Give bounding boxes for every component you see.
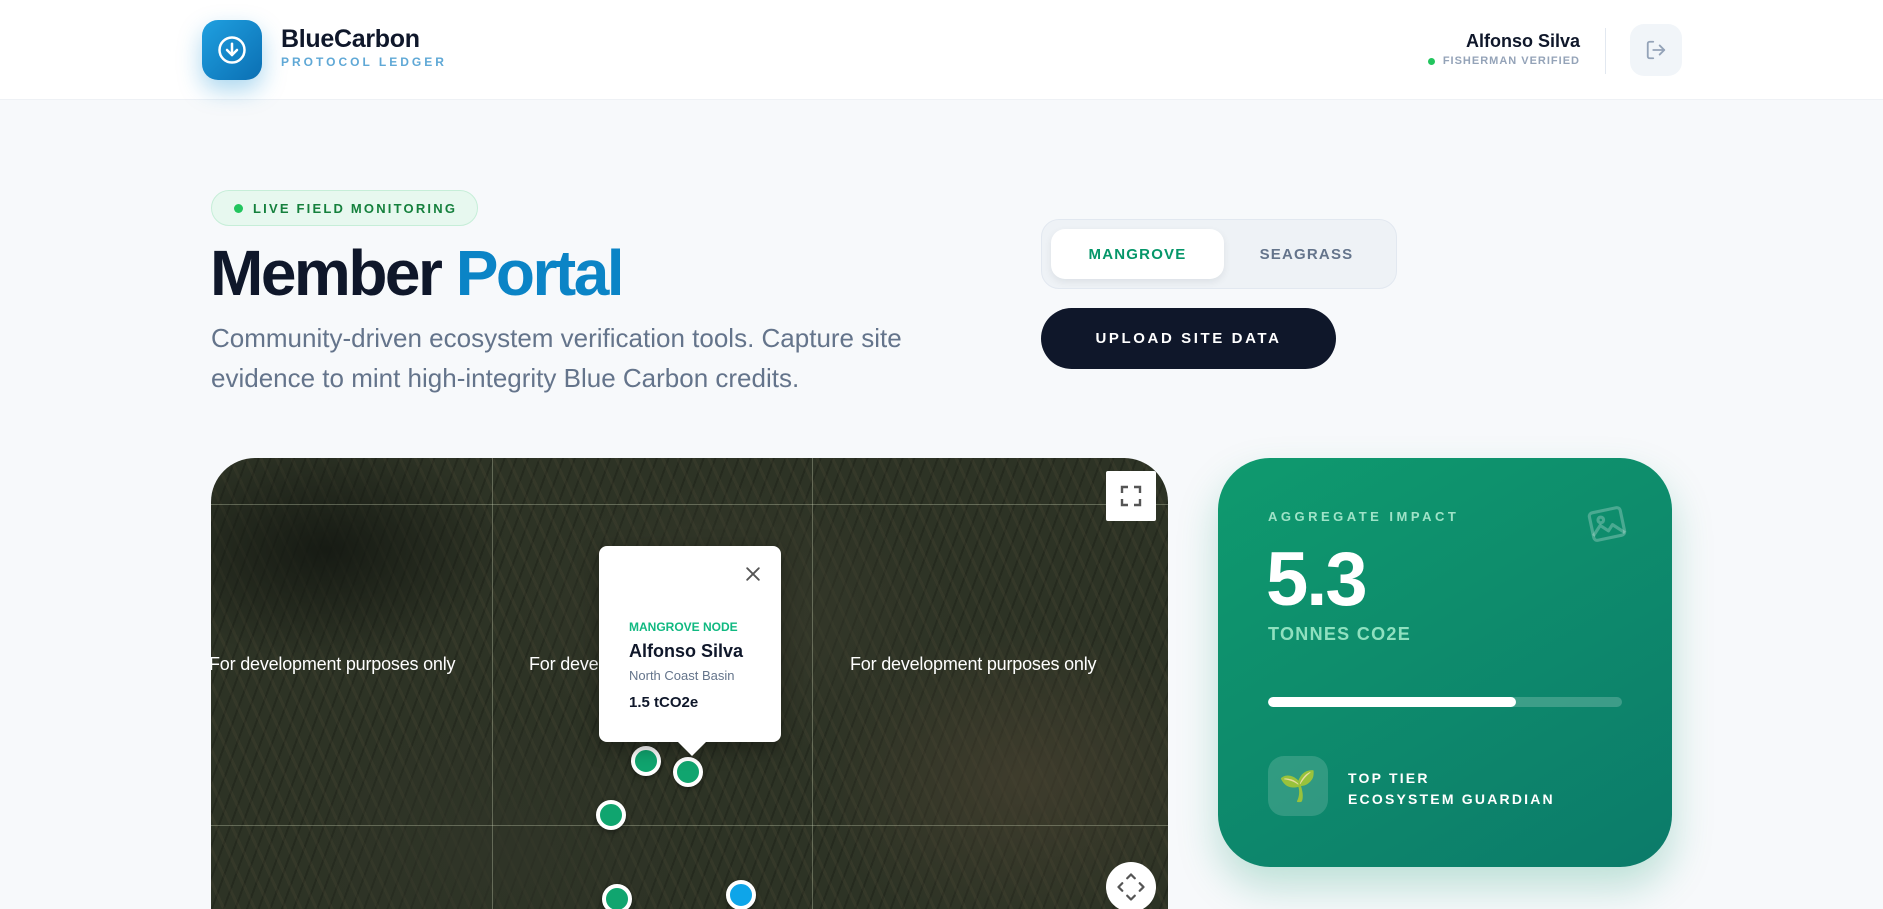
aggregate-impact-card: AGGREGATE IMPACT 5.3 TONNES CO2E 🌱 TOP T… [1218,458,1672,867]
map-grid-line [492,458,493,909]
map-marker-user[interactable] [726,880,756,909]
tier-title: ECOSYSTEM GUARDIAN [1348,791,1555,807]
brand-name: BlueCarbon [281,25,420,53]
user-name: Alfonso Silva [1465,31,1580,51]
close-icon [746,567,760,581]
page-title-main: Member [210,237,443,309]
page-description: Community-driven ecosystem verification … [211,323,902,393]
map-marker[interactable] [602,884,632,909]
brand-logo[interactable] [202,20,262,80]
top-bar: BlueCarbon PROTOCOL LEDGER Alfonso Silva… [0,0,1883,100]
tier-label: TOP TIER [1348,770,1430,786]
map-marker[interactable] [631,746,661,776]
download-circle-icon [218,36,246,64]
fullscreen-icon [1120,485,1142,507]
map-grid-line [812,458,813,909]
popup-kicker: MANGROVE NODE [629,620,738,634]
toggle-mangrove[interactable]: MANGROVE [1051,229,1224,279]
impact-progress-bar [1268,697,1622,707]
map-marker[interactable] [596,800,626,830]
map-marker-selected[interactable] [673,757,703,787]
map-popup: MANGROVE NODE Alfonso Silva North Coast … [599,546,781,756]
brand-subtitle: PROTOCOL LEDGER [281,55,447,69]
map-watermark: For development purposes only [211,654,456,674]
satellite-map[interactable]: For development purposes only For develo… [211,458,1168,909]
impact-value: 5.3 [1266,537,1368,622]
map-grid-line [211,825,1168,826]
page-title: Member Portal [210,236,625,310]
map-watermark: For development purposes only [850,654,1097,674]
live-dot-icon [234,203,243,213]
popup-location: North Coast Basin [629,668,735,683]
seedling-icon: 🌱 [1268,756,1328,816]
logout-button[interactable] [1630,24,1682,76]
live-monitoring-badge: LIVE FIELD MONITORING [211,190,479,226]
live-badge-label: LIVE FIELD MONITORING [253,200,458,216]
header-divider [1605,28,1606,74]
user-status-label: FISHERMAN VERIFIED [1442,55,1580,67]
image-icon [1587,506,1627,542]
page-title-accent: Portal [455,237,625,309]
popup-value: 1.5 tCO2e [629,694,699,711]
impact-unit: TONNES CO2E [1268,624,1411,644]
user-status: FISHERMAN VERIFIED [1427,55,1580,67]
toggle-seagrass[interactable]: SEAGRASS [1220,229,1393,279]
impact-progress-fill [1268,697,1516,707]
logout-icon [1646,40,1666,60]
pan-control-button[interactable] [1106,862,1156,909]
popup-name: Alfonso Silva [629,641,744,661]
move-arrows-icon [1117,873,1145,901]
map-grid-line [211,504,1168,505]
upload-site-data-button[interactable]: UPLOAD SITE DATA [1041,308,1336,369]
impact-kicker: AGGREGATE IMPACT [1268,509,1460,524]
fullscreen-button[interactable] [1106,471,1156,521]
ecosystem-toggle: MANGROVE SEAGRASS [1041,219,1397,289]
popup-close-button[interactable] [741,562,765,586]
status-dot-icon [1427,57,1435,65]
